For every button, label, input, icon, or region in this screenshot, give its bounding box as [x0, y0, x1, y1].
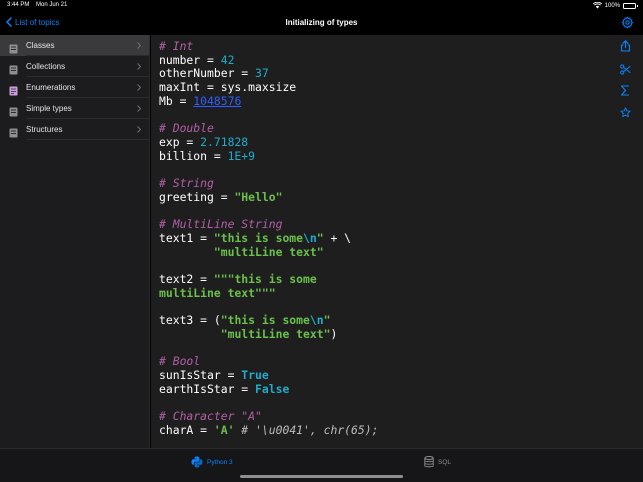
scissors-icon: [620, 64, 631, 75]
code-string: ": [316, 230, 324, 245]
code-text: exp =: [159, 134, 201, 149]
code-text: earthIsStar =: [159, 381, 256, 396]
sidebar-item-label: Simple types: [26, 104, 72, 113]
tab-sql[interactable]: SQL: [424, 456, 451, 468]
cut-button[interactable]: [620, 62, 631, 80]
sidebar-item-structures[interactable]: Structures: [0, 119, 149, 140]
battery-percent: 100%: [604, 2, 620, 9]
sidebar-item-label: Collections: [26, 62, 66, 71]
settings-button[interactable]: [621, 16, 634, 34]
code-text: Mb =: [159, 93, 194, 108]
code-text: otherNumber =: [159, 66, 256, 81]
code-comment: # '\u0041', chr(65);: [234, 422, 379, 437]
sidebar-item-classes[interactable]: Classes: [0, 35, 149, 56]
tab-bar: Python 3 SQL: [0, 448, 643, 482]
code-comment: # Bool: [159, 354, 201, 369]
code-block: # Int number = 42 otherNumber = 37 maxIn…: [159, 39, 600, 437]
code-string: "Hello": [234, 189, 283, 204]
gear-icon: [621, 16, 634, 29]
code-comment: # Int: [159, 39, 194, 53]
sidebar: Classes Collections Enumerations Simple …: [0, 35, 150, 448]
code-number: 2.71828: [200, 134, 249, 149]
code-text: text2 =: [159, 271, 214, 286]
tab-python-label: Python 3: [207, 458, 233, 466]
code-text: charA =: [159, 422, 214, 437]
share-icon: [620, 40, 631, 52]
sidebar-item-label: Enumerations: [26, 83, 76, 92]
code-escape: \n: [303, 230, 317, 245]
code-comment: # String: [159, 176, 214, 191]
chevron-right-icon: [137, 105, 141, 112]
status-bar: 3:44 PM Mon Jun 21 100%: [0, 0, 643, 12]
status-date: Mon Jun 21: [36, 2, 68, 8]
right-toolbar: [608, 35, 643, 448]
database-icon: [424, 456, 434, 468]
code-text: billion =: [159, 148, 228, 163]
document-icon: [9, 41, 18, 53]
favorite-button[interactable]: [620, 105, 631, 123]
python-icon: [191, 456, 203, 468]
share-button[interactable]: [620, 39, 631, 57]
chevron-right-icon: [137, 84, 141, 91]
tab-python[interactable]: Python 3: [191, 456, 233, 468]
code-text: ): [330, 326, 338, 341]
code-text: text1 =: [159, 230, 214, 245]
chevron-right-icon: [137, 126, 141, 133]
code-escape: \n: [309, 313, 324, 328]
code-string: multiLine text""": [159, 285, 276, 300]
sigma-icon: [620, 85, 630, 96]
code-number: 42: [220, 52, 235, 67]
chevron-right-icon: [137, 63, 141, 70]
document-icon: [9, 104, 18, 116]
chevron-right-icon: [137, 42, 141, 49]
code-string: "multiLine text": [220, 326, 331, 341]
code-string: ": [323, 313, 331, 328]
code-string: "this is some: [220, 313, 310, 328]
page-title: Initializing of types: [285, 18, 358, 27]
home-indicator[interactable]: [240, 475, 403, 478]
code-text: number =: [159, 52, 221, 67]
code-text: text3 = (: [159, 313, 221, 328]
code-viewer[interactable]: # Int number = 42 otherNumber = 37 maxIn…: [151, 35, 608, 448]
navigation-bar: List of topics Initializing of types: [0, 12, 643, 34]
code-comment: # Double: [159, 121, 214, 136]
document-icon: [9, 62, 18, 74]
code-string: """this is some: [213, 271, 317, 286]
star-icon: [620, 107, 631, 118]
code-comment: # Character "A": [159, 408, 262, 423]
sidebar-item-label: Classes: [26, 41, 55, 50]
code-string: "this is some: [213, 230, 304, 245]
code-number: 37: [255, 66, 269, 81]
sidebar-item-enumerations[interactable]: Enumerations: [0, 77, 149, 98]
sidebar-item-collections[interactable]: Collections: [0, 56, 149, 77]
code-string: "multiLine text": [213, 244, 324, 259]
code-link-number[interactable]: 1048576: [193, 94, 241, 108]
tab-sql-label: SQL: [438, 458, 452, 466]
status-right: 100%: [592, 2, 638, 9]
sum-button[interactable]: [620, 83, 630, 101]
code-text: maxInt = sys.maxsize: [159, 80, 297, 95]
code-comment: # MultiLine String: [159, 217, 283, 232]
battery-icon: [623, 2, 638, 9]
code-text: greeting =: [159, 189, 235, 204]
code-keyword: True: [241, 367, 269, 382]
sidebar-item-simple-types[interactable]: Simple types: [0, 98, 149, 119]
sidebar-item-label: Structures: [26, 125, 63, 134]
code-number: 1E+9: [227, 148, 256, 163]
code-text: + \: [323, 230, 352, 245]
document-icon: [9, 125, 18, 137]
status-time: 3:44 PM: [7, 2, 30, 8]
wifi-icon: [592, 2, 602, 9]
code-text: sunIsStar =: [159, 367, 242, 382]
code-string: 'A': [213, 422, 235, 437]
list-icon: [9, 83, 18, 95]
code-keyword: False: [255, 381, 290, 396]
